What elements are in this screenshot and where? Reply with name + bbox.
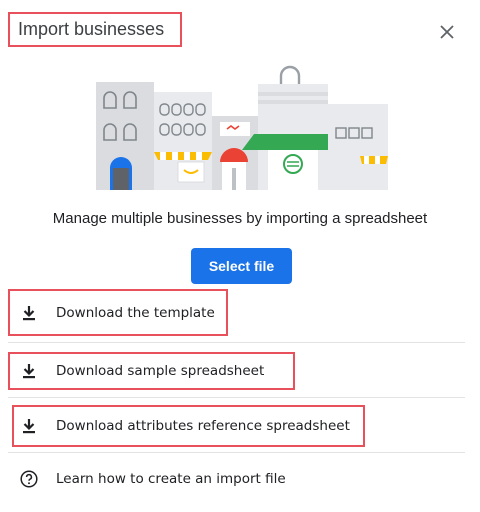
download-template-label: Download the template <box>56 304 215 321</box>
download-attributes-label: Download attributes reference spreadshee… <box>56 418 350 434</box>
divider <box>8 342 465 343</box>
close-button[interactable] <box>432 18 462 46</box>
dialog-title: Import businesses <box>18 19 165 39</box>
divider <box>8 397 465 398</box>
import-businesses-dialog: Import businesses Manage multiple busine… <box>0 0 480 512</box>
download-sample-label: Download sample spreadsheet <box>56 363 265 379</box>
close-icon <box>440 25 454 39</box>
download-template-link[interactable]: Download the template <box>8 289 465 336</box>
help-icon <box>20 470 38 488</box>
learn-import-label: Learn how to create an import file <box>56 471 286 487</box>
download-icon <box>20 417 38 435</box>
learn-import-link[interactable]: Learn how to create an import file <box>8 460 465 498</box>
storefront-illustration <box>96 65 388 190</box>
dialog-subtitle: Manage multiple businesses by importing … <box>52 210 428 227</box>
download-icon <box>20 362 38 380</box>
divider <box>8 452 465 453</box>
download-icon <box>20 304 38 322</box>
download-attributes-link[interactable]: Download attributes reference spreadshee… <box>8 405 465 447</box>
download-sample-link[interactable]: Download sample spreadsheet <box>8 352 465 390</box>
select-file-button[interactable]: Select file <box>191 248 292 284</box>
